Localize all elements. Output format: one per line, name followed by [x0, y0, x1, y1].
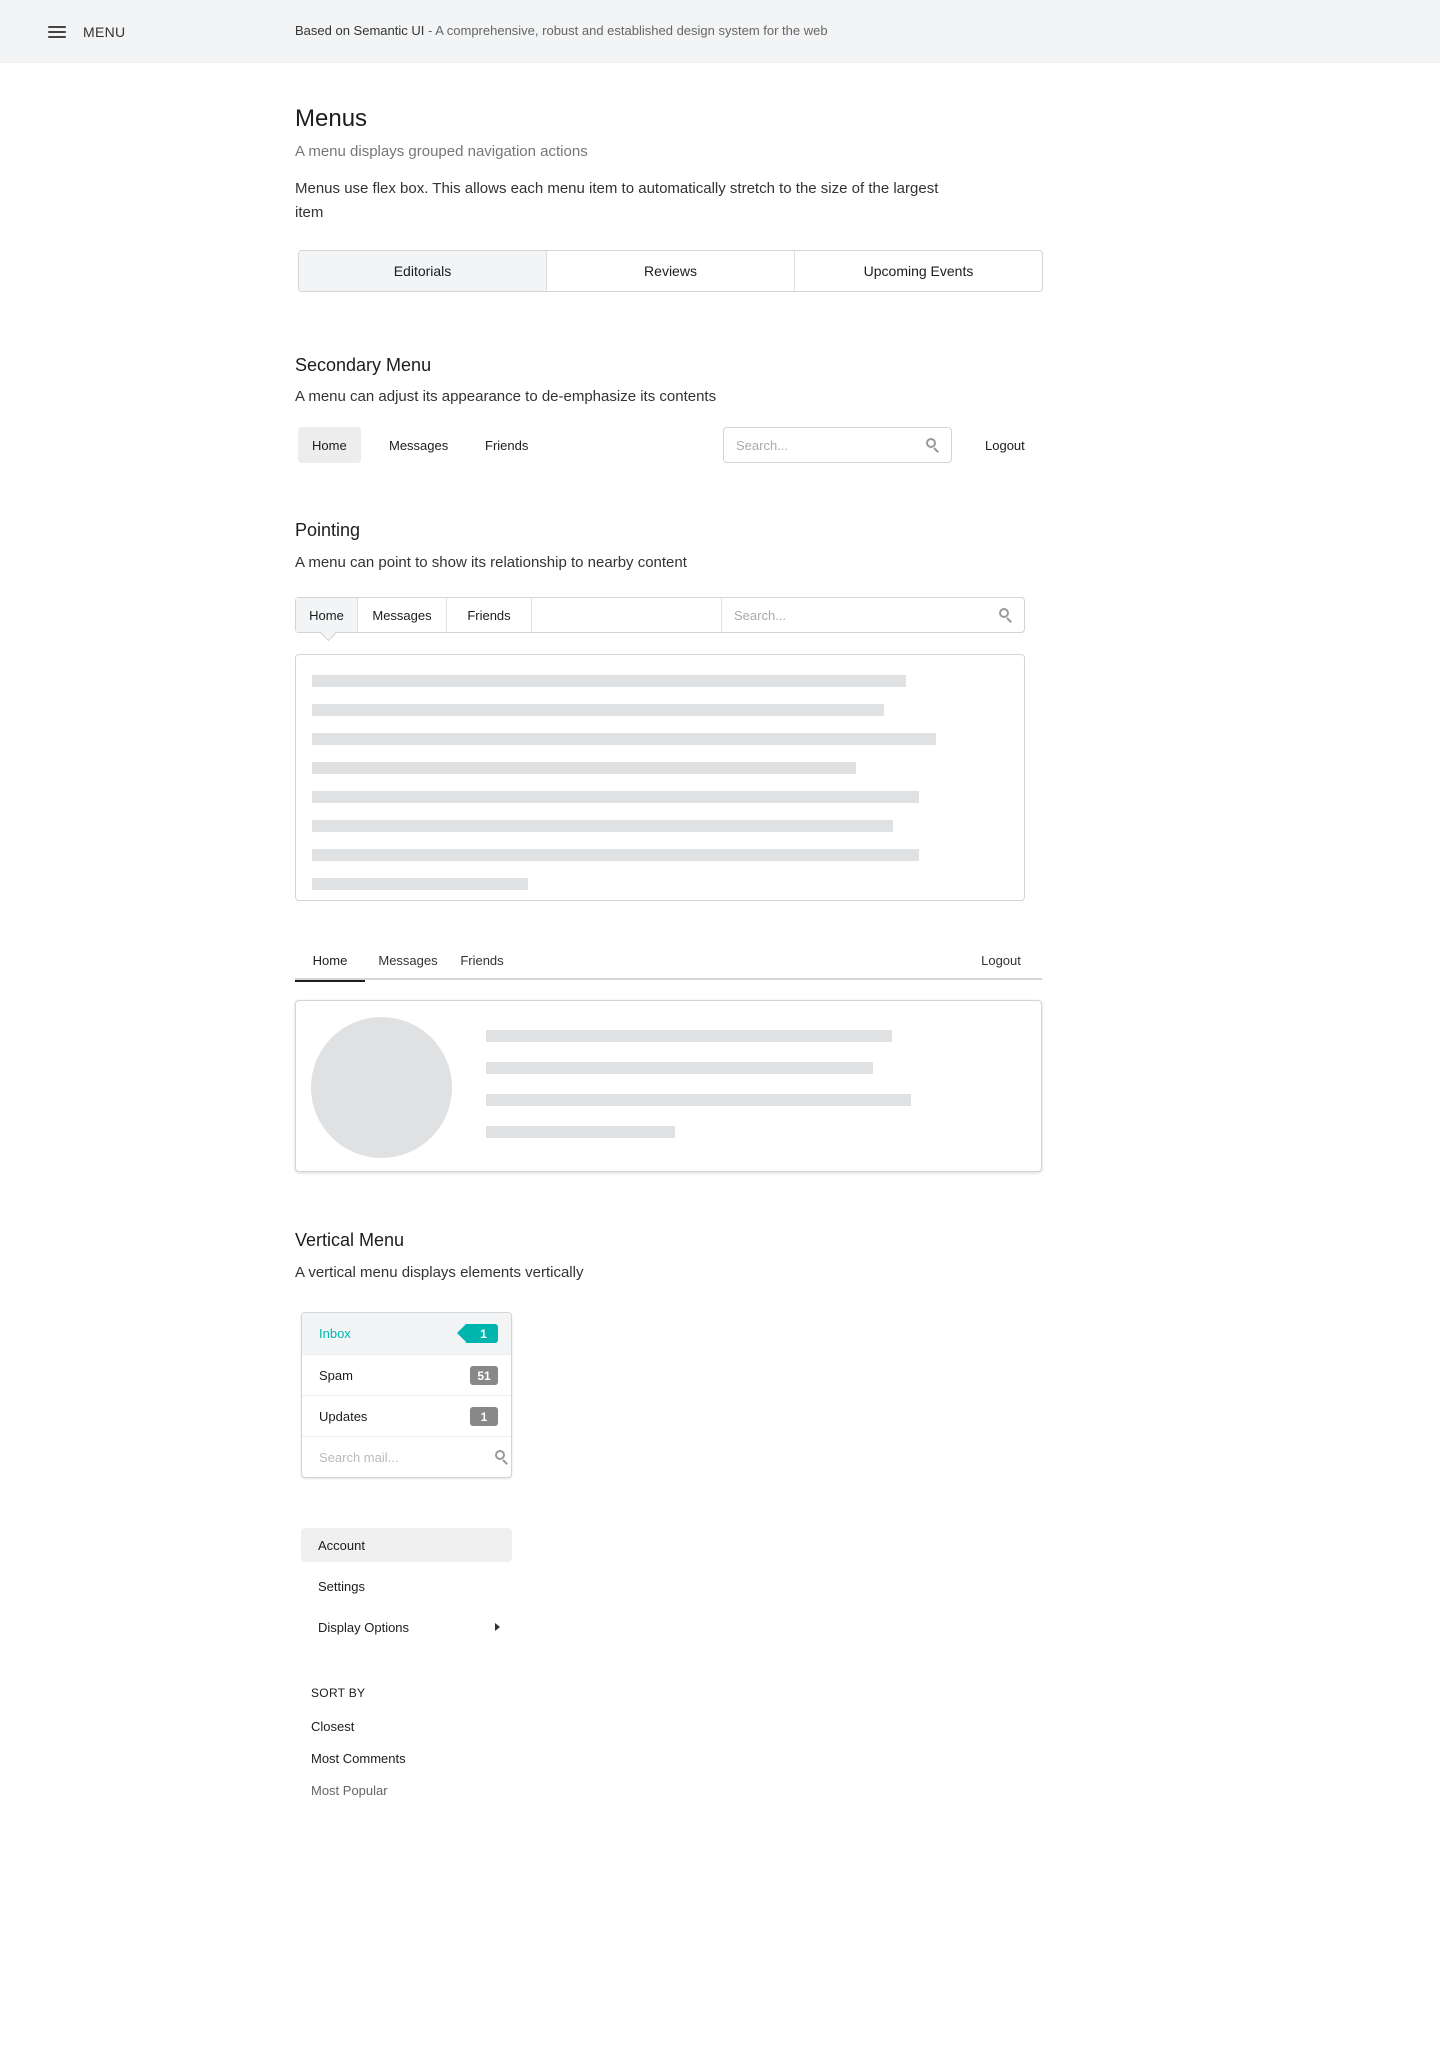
- tab-messages[interactable]: Messages: [373, 940, 443, 980]
- tab-friends[interactable]: Friends: [452, 940, 512, 980]
- vertical-menu-description: A vertical menu displays elements vertic…: [295, 1264, 584, 1281]
- pointing-search-box: [721, 598, 1024, 632]
- media-placeholder-segment: [295, 1000, 1042, 1172]
- placeholder-line: [486, 1126, 675, 1138]
- updates-count-badge: 1: [470, 1407, 498, 1426]
- placeholder-line: [312, 675, 906, 687]
- sort-item-most-popular[interactable]: Most Popular: [311, 1783, 388, 1798]
- settings-item-label: Display Options: [318, 1619, 410, 1635]
- vertical-item-label: Spam: [319, 1367, 353, 1383]
- search-icon[interactable]: [999, 608, 1013, 623]
- vertical-item-label: Inbox: [319, 1326, 351, 1341]
- secondary-logout-button[interactable]: Logout: [971, 427, 1039, 463]
- hamburger-icon: [48, 25, 66, 39]
- menu-item-reviews[interactable]: Reviews: [546, 251, 794, 291]
- placeholder-line: [312, 733, 936, 745]
- vertical-menu-title: Vertical Menu: [295, 1230, 405, 1250]
- placeholder-line: [312, 762, 856, 774]
- pointing-search-input[interactable]: [722, 598, 999, 632]
- tagline-text: - A comprehensive, robust and establishe…: [424, 23, 828, 38]
- menu-label: MENU: [83, 24, 126, 40]
- pointing-description: A menu can point to show its relationshi…: [295, 554, 687, 571]
- search-icon[interactable]: [926, 438, 940, 453]
- tagline-brand: Based on Semantic UI: [295, 23, 425, 38]
- secondary-item-home[interactable]: Home: [298, 427, 361, 463]
- settings-item-settings[interactable]: Settings: [301, 1569, 512, 1603]
- mail-search-box: [302, 1436, 511, 1477]
- placeholder-line: [312, 791, 919, 803]
- settings-item-display-options[interactable]: Display Options: [301, 1610, 512, 1644]
- secondary-menu-title: Secondary Menu: [295, 355, 432, 375]
- tagline: Based on Semantic UI - A comprehensive, …: [295, 23, 828, 38]
- secondary-menu: Home Messages Friends Logout: [298, 427, 1043, 465]
- pointing-title: Pointing: [295, 520, 361, 540]
- placeholder-line: [312, 820, 893, 832]
- mail-vertical-menu: Inbox 1 Spam 51 Updates 1: [301, 1312, 512, 1478]
- pointing-item-friends[interactable]: Friends: [447, 598, 532, 632]
- inbox-count-badge: 1: [457, 1324, 498, 1343]
- underlined-menu: Home Messages Friends Logout: [295, 940, 1042, 982]
- menu-item-upcoming-events[interactable]: Upcoming Events: [794, 251, 1042, 291]
- page-subtitle: A menu displays grouped navigation actio…: [295, 143, 588, 160]
- placeholder-line: [312, 878, 528, 890]
- secondary-search-box: [723, 427, 952, 463]
- page-description: Menus use flex box. This allows each men…: [295, 180, 939, 221]
- sort-item-closest[interactable]: Closest: [311, 1719, 354, 1734]
- item-menu: Editorials Reviews Upcoming Events: [298, 250, 1043, 292]
- secondary-item-friends[interactable]: Friends: [471, 427, 542, 463]
- vertical-item-spam[interactable]: Spam 51: [302, 1354, 511, 1395]
- page-title: Menus: [295, 105, 368, 132]
- secondary-menu-description: A menu can adjust its appearance to de-e…: [295, 388, 717, 405]
- avatar-placeholder: [311, 1017, 452, 1158]
- pointing-menu: Home Messages Friends: [295, 597, 1025, 642]
- tab-logout[interactable]: Logout: [971, 940, 1031, 980]
- menu-toggle-button[interactable]: MENU: [48, 20, 125, 44]
- placeholder-line: [486, 1030, 892, 1042]
- placeholder-line: [486, 1094, 911, 1106]
- tab-home[interactable]: Home: [295, 940, 365, 982]
- sort-item-most-comments[interactable]: Most Comments: [311, 1751, 406, 1766]
- vertical-item-inbox[interactable]: Inbox 1: [302, 1313, 511, 1354]
- top-bar: MENU Based on Semantic UI - A comprehens…: [0, 0, 1440, 63]
- placeholder-line: [486, 1062, 873, 1074]
- vertical-item-label: Updates: [319, 1408, 368, 1424]
- menu-item-editorials[interactable]: Editorials: [299, 251, 546, 291]
- spam-count-badge: 51: [470, 1366, 498, 1385]
- mail-search-input[interactable]: [302, 1437, 495, 1477]
- vertical-item-updates[interactable]: Updates 1: [302, 1395, 511, 1436]
- placeholder-line: [312, 849, 919, 861]
- caret-right-icon: [495, 1623, 500, 1631]
- sort-by-header: SORT BY: [311, 1686, 366, 1700]
- placeholder-segment: [295, 654, 1025, 901]
- secondary-item-messages[interactable]: Messages: [375, 427, 462, 463]
- settings-item-account[interactable]: Account: [301, 1528, 512, 1562]
- placeholder-line: [312, 704, 884, 716]
- pointing-item-messages[interactable]: Messages: [358, 598, 447, 632]
- secondary-search-input[interactable]: [724, 428, 926, 462]
